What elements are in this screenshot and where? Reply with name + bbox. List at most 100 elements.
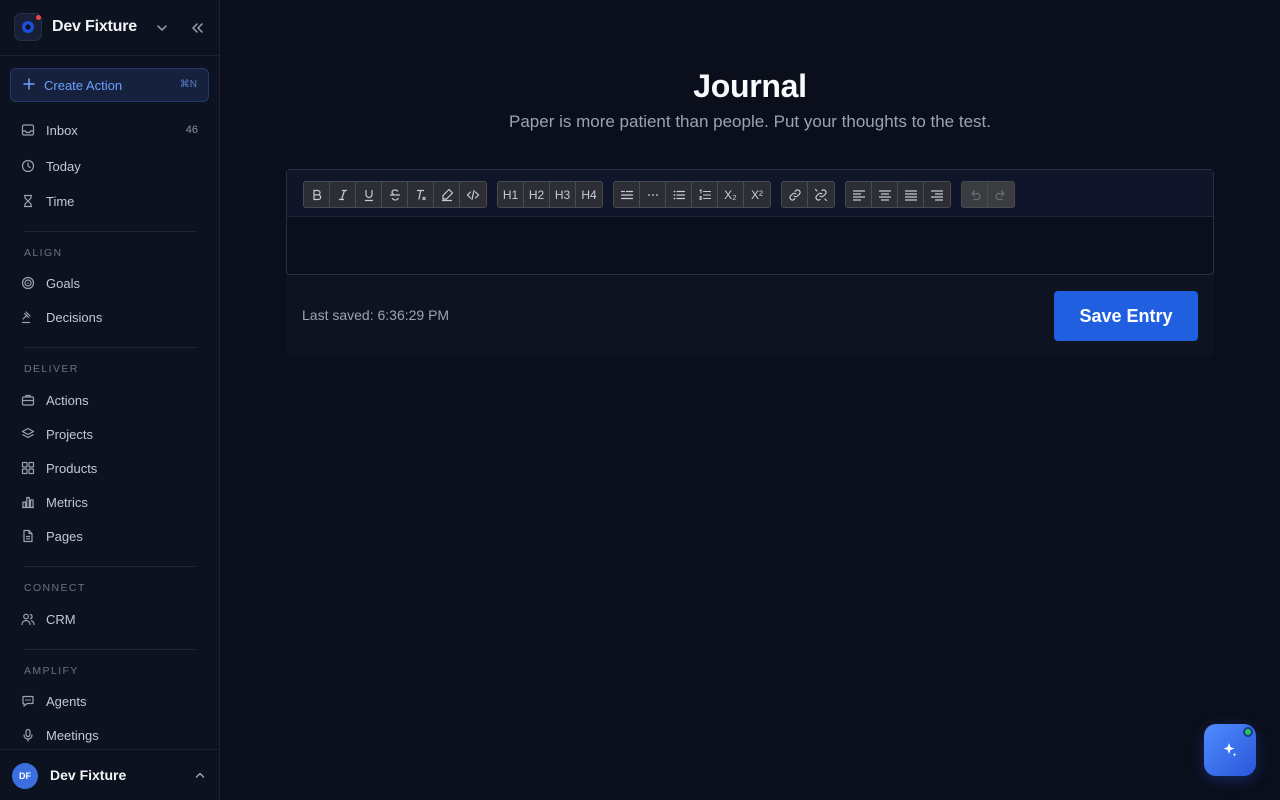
sidebar-item-label: Metrics xyxy=(46,495,88,510)
sidebar-item-projects[interactable]: Projects xyxy=(12,419,208,449)
chevron-up-icon[interactable] xyxy=(193,768,207,782)
chevron-down-icon[interactable] xyxy=(154,20,170,36)
sidebar-item-label: Meetings xyxy=(46,728,99,743)
heading-group: H1 H2 H3 H4 xyxy=(497,181,603,208)
undo-icon xyxy=(970,189,981,200)
subscript-button[interactable]: X₂ xyxy=(718,182,744,207)
redo-icon xyxy=(995,189,1005,200)
sidebar-item-agents[interactable]: Agents xyxy=(12,686,208,716)
align-right-button[interactable] xyxy=(924,182,950,207)
section-label-amplify: AMPLIFY xyxy=(24,665,79,677)
block-group: X₂ X² xyxy=(613,181,771,208)
create-action-shortcut: ⌘N xyxy=(179,79,197,90)
ellipsis-icon xyxy=(647,193,658,196)
heading-3-label: H3 xyxy=(554,187,571,202)
sidebar-item-metrics[interactable]: Metrics xyxy=(12,487,208,517)
heading-3-button[interactable]: H3 xyxy=(550,182,576,207)
save-entry-button[interactable]: Save Entry xyxy=(1054,291,1198,341)
align-right-icon xyxy=(930,189,944,201)
workspace-name[interactable]: Dev Fixture xyxy=(52,18,137,36)
sidebar-item-goals[interactable]: Goals xyxy=(12,268,208,298)
align-left-button[interactable] xyxy=(846,182,872,207)
highlight-button[interactable] xyxy=(434,182,460,207)
avatar: DF xyxy=(12,763,38,789)
sidebar-item-label: Inbox xyxy=(46,123,78,138)
ai-assistant-button[interactable] xyxy=(1204,724,1256,776)
sidebar-item-label: Actions xyxy=(46,393,89,408)
sidebar-item-meetings[interactable]: Meetings xyxy=(12,720,208,750)
redo-button[interactable] xyxy=(988,182,1014,207)
link-icon xyxy=(788,188,801,201)
heading-4-button[interactable]: H4 xyxy=(576,182,602,207)
sidebar-item-label: Products xyxy=(46,461,98,476)
ordered-list-button[interactable] xyxy=(692,182,718,207)
section-label-align: ALIGN xyxy=(24,247,63,259)
sidebar-item-today[interactable]: Today xyxy=(12,151,208,181)
sidebar-item-decisions[interactable]: Decisions xyxy=(12,302,208,332)
sidebar-item-crm[interactable]: CRM xyxy=(12,604,208,634)
sidebar-divider xyxy=(24,649,196,650)
sparkle-icon xyxy=(1223,743,1237,757)
sidebar-item-time[interactable]: Time xyxy=(12,186,208,216)
sidebar-item-label: Time xyxy=(46,194,75,209)
editor-content-area[interactable] xyxy=(287,217,1213,274)
bold-button[interactable] xyxy=(304,182,330,207)
bullet-list-button[interactable] xyxy=(666,182,692,207)
sidebar: Dev Fixture Create Action ⌘N Inbox 46 To… xyxy=(0,0,220,800)
heading-1-label: H1 xyxy=(502,187,519,202)
italic-button[interactable] xyxy=(330,182,356,207)
sidebar-item-label: Agents xyxy=(46,694,87,709)
gavel-icon xyxy=(21,311,31,324)
sidebar-item-label: Pages xyxy=(46,529,83,544)
ordered-list-icon xyxy=(698,188,711,200)
create-action-button[interactable]: Create Action ⌘N xyxy=(10,68,209,102)
quote-icon xyxy=(620,190,633,199)
collapse-sidebar-icon[interactable] xyxy=(188,19,206,37)
sidebar-divider xyxy=(24,566,196,567)
link-group xyxy=(781,181,835,208)
plus-icon xyxy=(23,78,35,90)
create-action-label: Create Action xyxy=(44,78,123,93)
sidebar-item-inbox[interactable]: Inbox 46 xyxy=(12,115,208,145)
workspace-logo[interactable] xyxy=(14,13,42,41)
user-menu[interactable]: DF Dev Fixture xyxy=(0,749,219,800)
workspace-header: Dev Fixture xyxy=(0,0,219,56)
heading-1-button[interactable]: H1 xyxy=(498,182,524,207)
horizontal-rule-button[interactable] xyxy=(640,182,666,207)
document-icon xyxy=(23,529,33,543)
align-left-icon xyxy=(852,189,865,201)
align-group xyxy=(845,181,951,208)
clear-formatting-button[interactable] xyxy=(408,182,434,207)
sidebar-item-products[interactable]: Products xyxy=(12,453,208,483)
last-saved-status: Last saved: 6:36:29 PM xyxy=(302,307,450,323)
user-name: Dev Fixture xyxy=(50,767,127,783)
sidebar-item-pages[interactable]: Pages xyxy=(12,521,208,551)
inbox-count-badge: 46 xyxy=(185,124,198,136)
page-title: Journal xyxy=(693,68,807,104)
bar-chart-icon xyxy=(22,496,34,509)
notification-dot xyxy=(36,15,41,20)
code-button[interactable] xyxy=(460,182,486,207)
heading-2-button[interactable]: H2 xyxy=(524,182,550,207)
sidebar-item-actions[interactable]: Actions xyxy=(12,385,208,415)
layers-icon xyxy=(21,427,35,439)
rich-text-editor: H1 H2 H3 H4 X₂ X² xyxy=(286,169,1214,275)
sidebar-item-label: CRM xyxy=(46,612,76,627)
strikethrough-button[interactable] xyxy=(382,182,408,207)
link-button[interactable] xyxy=(782,182,808,207)
users-icon xyxy=(21,613,35,626)
chat-icon xyxy=(22,695,34,707)
superscript-button[interactable]: X² xyxy=(744,182,770,207)
align-justify-button[interactable] xyxy=(898,182,924,207)
blockquote-button[interactable] xyxy=(614,182,640,207)
microphone-icon xyxy=(23,728,33,742)
strikethrough-icon xyxy=(389,188,400,201)
unlink-button[interactable] xyxy=(808,182,834,207)
format-group xyxy=(303,181,487,208)
undo-button[interactable] xyxy=(962,182,988,207)
inbox-icon xyxy=(21,124,35,136)
clear-formatting-icon xyxy=(416,189,426,200)
align-center-button[interactable] xyxy=(872,182,898,207)
underline-button[interactable] xyxy=(356,182,382,207)
sidebar-item-label: Projects xyxy=(46,427,93,442)
